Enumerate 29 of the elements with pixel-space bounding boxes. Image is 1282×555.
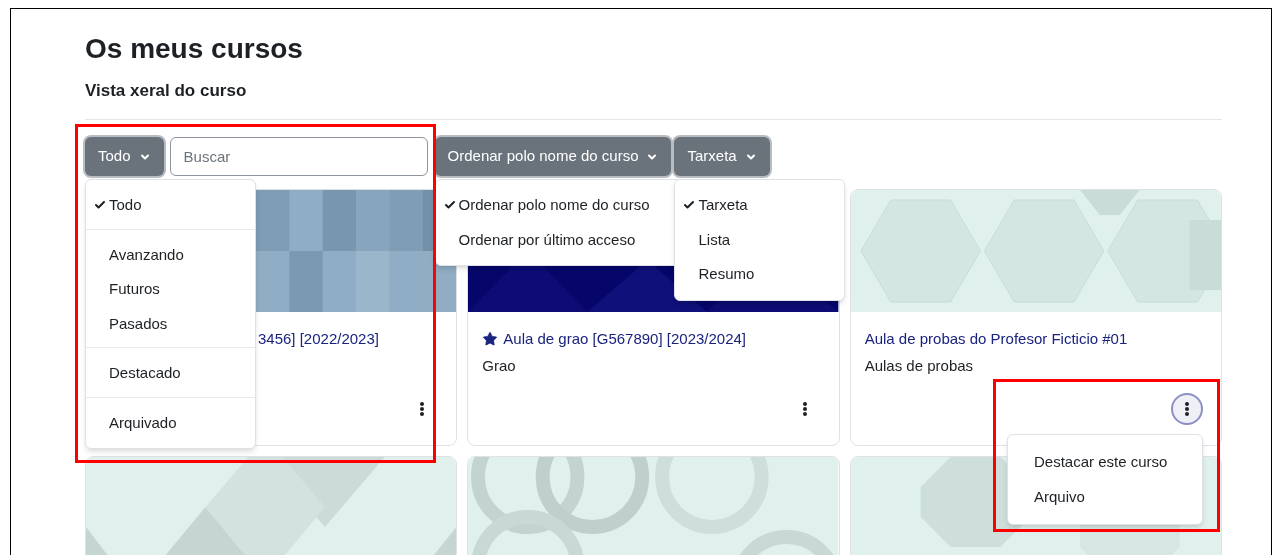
more-icon — [802, 402, 807, 416]
menu-item[interactable]: Pasados — [86, 306, 255, 341]
more-icon — [1185, 402, 1189, 416]
course-category: Grao — [482, 355, 517, 376]
search-field[interactable]: Buscar — [169, 137, 428, 176]
check-icon — [683, 199, 696, 212]
course-category: Aulas de probas — [864, 355, 975, 376]
menu-item[interactable]: Todo — [86, 188, 255, 223]
more-icon — [420, 402, 425, 416]
check-icon — [94, 199, 106, 212]
menu-item[interactable]: Resumo — [675, 257, 845, 292]
course-link[interactable]: Aula de grao [G567890] [2023/2024] — [503, 328, 747, 351]
menu-item[interactable]: Destacar este curso — [1008, 445, 1202, 480]
section-title: Vista xeral do curso — [85, 80, 248, 102]
menu-item[interactable]: Lista — [675, 222, 845, 257]
more-button[interactable] — [1171, 393, 1203, 425]
dropdown-button[interactable]: Ordenar polo nome do curso — [434, 137, 672, 176]
course-link[interactable]: Aula de probas do Profesor Ficticio #01 — [864, 328, 1128, 351]
page-title: Os meus cursos — [85, 32, 304, 66]
menu-item[interactable]: Futuros — [86, 272, 255, 307]
menu-item[interactable]: Tarxeta — [675, 188, 845, 223]
menu-item[interactable]: Destacado — [86, 356, 255, 391]
check-icon — [443, 199, 456, 212]
menu-item[interactable]: Avanzando — [86, 237, 255, 272]
dropdown-button[interactable]: Todo — [85, 137, 164, 176]
dropdown-button[interactable]: Tarxeta — [674, 137, 770, 176]
menu-item[interactable]: Arquivo — [1008, 479, 1202, 514]
menu-item[interactable]: Arquivado — [86, 405, 255, 440]
course-link[interactable]: 3456] [2022/2023] — [258, 328, 379, 351]
